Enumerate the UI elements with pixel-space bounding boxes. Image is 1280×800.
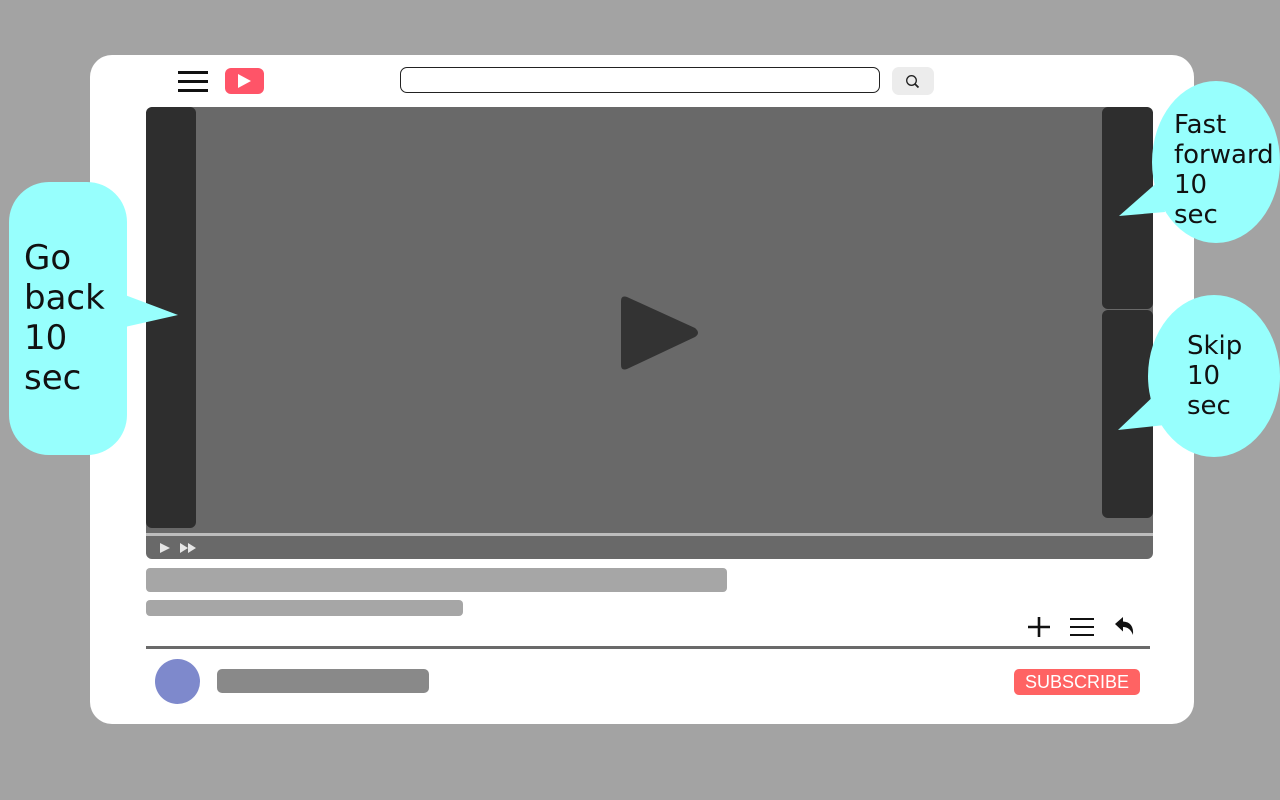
divider [146, 646, 1150, 649]
channel-name-placeholder[interactable] [217, 669, 429, 693]
fast-forward-zone[interactable] [1102, 107, 1153, 309]
search-button[interactable] [892, 67, 934, 95]
channel-avatar[interactable] [155, 659, 200, 704]
list-icon[interactable] [1069, 614, 1095, 640]
play-icon[interactable] [617, 295, 701, 371]
video-player[interactable] [146, 107, 1153, 559]
skip-annotation: Skip 10 sec [1187, 331, 1243, 421]
hamburger-line [178, 80, 208, 83]
fast-forward-icon[interactable] [179, 542, 197, 554]
logo[interactable] [225, 68, 264, 94]
plus-icon[interactable] [1026, 614, 1052, 640]
menu-button[interactable] [178, 71, 208, 92]
go-back-zone[interactable] [146, 107, 196, 528]
video-play-logo-icon [238, 74, 251, 88]
go-back-annotation: Go back 10 sec [24, 238, 105, 398]
fast-forward-annotation: Fast forward 10 sec [1174, 110, 1274, 230]
search-icon [906, 75, 920, 89]
skip-zone[interactable] [1102, 310, 1153, 518]
hamburger-line [178, 89, 208, 92]
search-input[interactable] [400, 67, 880, 93]
play-icon[interactable] [159, 542, 171, 554]
share-arrow-icon[interactable] [1112, 614, 1138, 640]
hamburger-menu-icon [178, 71, 208, 74]
subscribe-button[interactable]: SUBSCRIBE [1014, 669, 1140, 695]
video-title-placeholder [146, 568, 727, 592]
video-meta-placeholder [146, 600, 463, 616]
progress-bar[interactable] [146, 533, 1153, 536]
